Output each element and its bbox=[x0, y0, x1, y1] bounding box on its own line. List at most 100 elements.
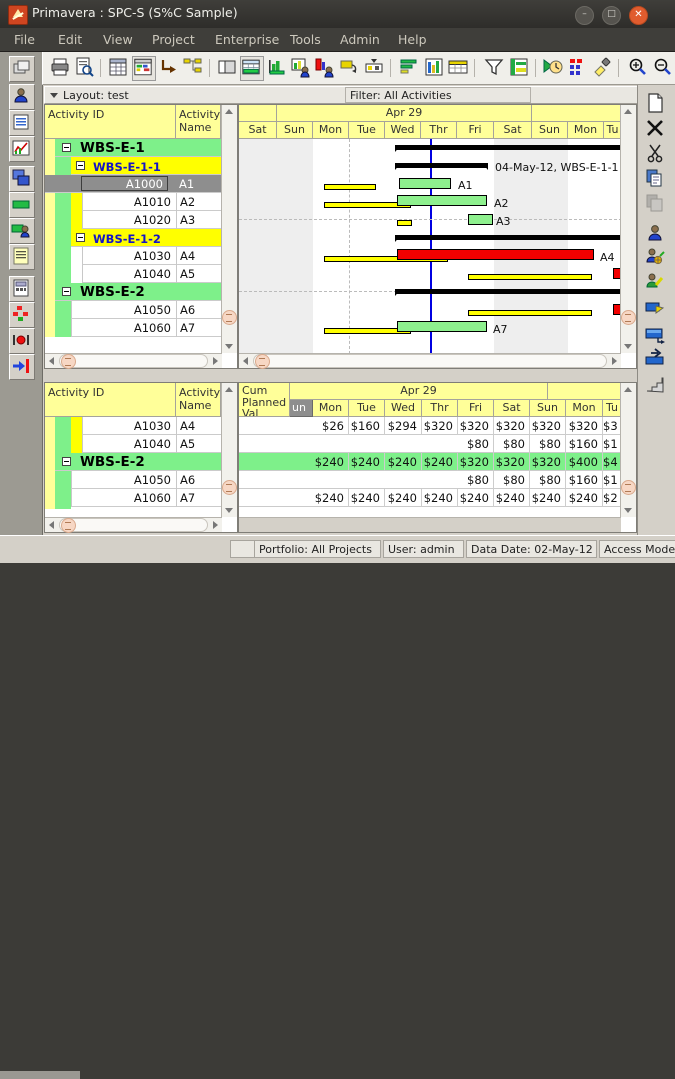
wps-docs-icon[interactable] bbox=[9, 244, 35, 270]
spreadsheet-vscrollbar[interactable] bbox=[620, 383, 636, 517]
table-row[interactable]: A1000 A1 bbox=[45, 175, 221, 193]
scroll-thumb[interactable] bbox=[59, 518, 208, 532]
gantt-vscrollbar[interactable] bbox=[620, 105, 636, 353]
scroll-thumb[interactable] bbox=[59, 354, 208, 368]
print-icon[interactable] bbox=[49, 56, 71, 79]
table-row[interactable]: A1030 A4 bbox=[82, 247, 221, 265]
summary-bar[interactable] bbox=[395, 289, 622, 296]
summary-bar[interactable] bbox=[395, 145, 622, 152]
scroll-grip[interactable] bbox=[621, 480, 636, 495]
menu-project[interactable]: Project bbox=[152, 32, 195, 47]
table-row[interactable]: WBS-E-1 bbox=[55, 139, 221, 157]
scroll-left-arrow[interactable] bbox=[239, 354, 252, 367]
scroll-right-arrow[interactable] bbox=[209, 518, 222, 531]
activity-code-icon[interactable] bbox=[644, 297, 666, 319]
issues-icon[interactable] bbox=[9, 328, 35, 354]
scroll-grip[interactable] bbox=[621, 310, 636, 325]
resources-icon[interactable] bbox=[9, 84, 35, 110]
scroll-up-arrow[interactable] bbox=[222, 105, 235, 118]
scroll-grip[interactable] bbox=[255, 354, 270, 369]
menu-view[interactable]: View bbox=[103, 32, 133, 47]
table-row[interactable]: A1020 A3 bbox=[82, 211, 221, 229]
table-row[interactable]: $240 $240 $240 $240 $240 $240 $240 $240 … bbox=[239, 489, 622, 507]
baseline-bar[interactable] bbox=[324, 184, 376, 190]
user-field[interactable]: User: admin bbox=[383, 540, 464, 558]
activity-bar[interactable] bbox=[397, 195, 487, 206]
scroll-up-arrow[interactable] bbox=[621, 383, 634, 396]
menu-edit[interactable]: Edit bbox=[58, 32, 82, 47]
move-right-icon[interactable] bbox=[644, 347, 666, 369]
table-row[interactable]: WBS-E-2 bbox=[55, 453, 221, 471]
resources-assign-icon[interactable] bbox=[644, 222, 666, 244]
layout-bar[interactable]: Layout: test bbox=[44, 86, 238, 104]
value-column-header[interactable]: Cum Planned Val bbox=[239, 383, 290, 417]
bars-setup-icon[interactable] bbox=[508, 56, 530, 79]
table-row[interactable]: WBS-E-1-2 bbox=[71, 229, 221, 247]
gantt-chart-view-icon[interactable] bbox=[132, 56, 156, 81]
wbs-icon[interactable] bbox=[9, 166, 35, 192]
scroll-right-arrow[interactable] bbox=[608, 354, 621, 367]
tracking-icon[interactable] bbox=[9, 136, 35, 162]
activity-bar[interactable] bbox=[397, 249, 594, 260]
table-row[interactable]: A1030 A4 bbox=[82, 417, 221, 435]
delete-icon[interactable] bbox=[644, 117, 666, 139]
expander-icon[interactable] bbox=[76, 161, 85, 170]
assignments-icon[interactable] bbox=[9, 218, 35, 244]
group-sort-icon[interactable] bbox=[398, 56, 420, 79]
level-resources-icon[interactable] bbox=[591, 56, 613, 79]
projects-icon[interactable] bbox=[9, 56, 35, 82]
baseline-bar[interactable] bbox=[397, 220, 412, 226]
table-row[interactable]: A1060 A7 bbox=[71, 489, 221, 507]
scroll-up-arrow[interactable] bbox=[222, 383, 235, 396]
baseline-bar[interactable] bbox=[468, 274, 592, 280]
filter-icon[interactable] bbox=[483, 56, 505, 79]
gantt-hscrollbar[interactable] bbox=[239, 353, 621, 369]
table-row[interactable]: A1040 A5 bbox=[82, 435, 221, 453]
close-button[interactable]: ✕ bbox=[629, 6, 648, 25]
column-header-activity-id[interactable]: Activity ID bbox=[45, 105, 176, 139]
resources-settings-icon[interactable] bbox=[644, 246, 666, 268]
stairs-icon[interactable] bbox=[644, 373, 666, 395]
columns-icon[interactable] bbox=[423, 56, 445, 79]
activities-icon[interactable] bbox=[9, 192, 35, 218]
menu-enterprise[interactable]: Enterprise bbox=[215, 32, 279, 47]
steps-icon[interactable] bbox=[644, 325, 666, 347]
table-row[interactable]: $80 $80 $80 $160 $1 bbox=[239, 471, 622, 489]
scroll-right-arrow[interactable] bbox=[209, 354, 222, 367]
scroll-down-arrow[interactable] bbox=[222, 504, 235, 517]
schedule-icon[interactable] bbox=[567, 56, 589, 79]
scroll-thumb[interactable] bbox=[253, 354, 607, 368]
table-row[interactable]: A1050 A6 bbox=[71, 301, 221, 319]
activity-table-hscrollbar[interactable] bbox=[45, 353, 222, 369]
reports-icon[interactable] bbox=[9, 110, 35, 136]
activity-bar[interactable] bbox=[399, 178, 451, 189]
spreadsheet-hscrollbar[interactable] bbox=[239, 517, 621, 532]
summary-bar[interactable] bbox=[395, 163, 488, 170]
activity-table-icon[interactable] bbox=[240, 56, 264, 81]
zoom-in-icon[interactable] bbox=[626, 56, 648, 79]
activity-id-editor[interactable]: A1000 bbox=[81, 176, 168, 191]
expenses-icon[interactable] bbox=[9, 276, 35, 302]
minimize-button[interactable]: – bbox=[575, 6, 594, 25]
scroll-grip[interactable] bbox=[222, 480, 237, 495]
menu-help[interactable]: Help bbox=[398, 32, 427, 47]
column-header-activity-name[interactable]: Activity Name bbox=[176, 105, 221, 139]
table-row[interactable]: $26 $160 $294 $320 $320 $320 $320 $320 $… bbox=[239, 417, 622, 435]
copy-icon[interactable] bbox=[644, 167, 666, 189]
scroll-up-arrow[interactable] bbox=[621, 105, 634, 118]
activity-bar[interactable] bbox=[397, 321, 487, 332]
risks-icon[interactable] bbox=[9, 354, 35, 380]
thresholds-icon[interactable] bbox=[9, 302, 35, 328]
expander-icon[interactable] bbox=[76, 233, 85, 242]
menu-file[interactable]: File bbox=[14, 32, 35, 47]
usage-table-vscrollbar[interactable] bbox=[221, 383, 237, 517]
table-row[interactable]: $80 $80 $80 $160 $1 bbox=[239, 435, 622, 453]
expander-icon[interactable] bbox=[62, 143, 71, 152]
activity-usage-profile-icon[interactable] bbox=[290, 56, 312, 79]
menu-tools[interactable]: Tools bbox=[290, 32, 321, 47]
activity-table-vscrollbar[interactable] bbox=[221, 105, 237, 353]
trace-logic-icon[interactable] bbox=[182, 56, 204, 79]
scroll-grip[interactable] bbox=[222, 310, 237, 325]
open-layout-icon[interactable] bbox=[216, 56, 238, 79]
scroll-down-arrow[interactable] bbox=[621, 504, 634, 517]
